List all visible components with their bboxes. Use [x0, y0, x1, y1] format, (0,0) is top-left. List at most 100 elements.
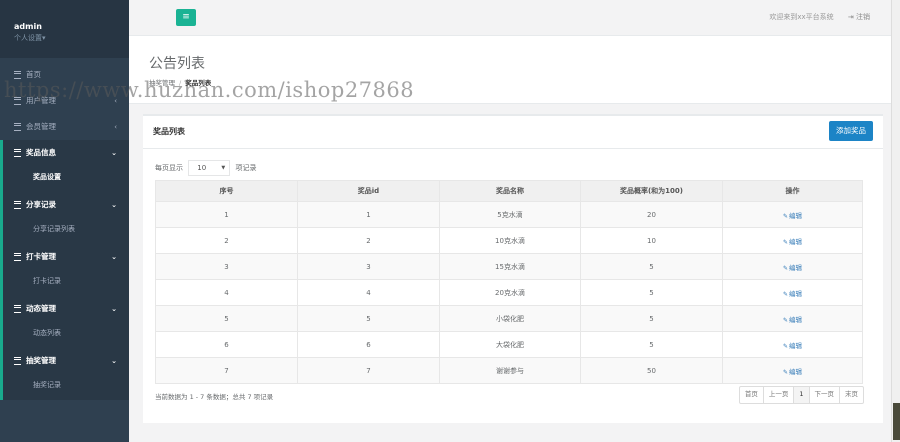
cell-probability: 10 [580, 227, 723, 254]
table-row: 5 5 小袋化肥 5 ✎编辑 [155, 305, 863, 332]
sidebar-item-checkin[interactable]: 打卡管理 ⌄ [3, 244, 129, 270]
chevron-down-icon: ⌄ [111, 305, 117, 313]
cell-actions: ✎编辑 [722, 305, 863, 332]
sidebar-item-lottery[interactable]: 抽奖管理 ⌄ [3, 348, 129, 374]
edit-link[interactable]: ✎编辑 [783, 264, 802, 272]
column-header-actions: 操作 [722, 180, 863, 202]
sidebar-item-shares[interactable]: 分享记录 ⌄ [3, 192, 129, 218]
edit-label: 编辑 [789, 315, 803, 324]
list-icon [14, 304, 22, 313]
length-suffix: 项记录 [235, 164, 257, 172]
table-row: 6 6 大袋化肥 5 ✎编辑 [155, 331, 863, 358]
top-right-area: 欢迎来到xx平台系统 ⇥ 注销 [769, 12, 870, 22]
edit-label: 编辑 [789, 237, 803, 246]
cell-probability: 20 [580, 201, 723, 228]
sidebar-subitem-checkin-records[interactable]: 打卡记录 [3, 270, 129, 296]
chevron-down-icon: ⌄ [111, 253, 117, 261]
page-first[interactable]: 首页 [740, 387, 763, 403]
cell-probability: 5 [580, 305, 723, 332]
logout-link[interactable]: ⇥ 注销 [848, 13, 870, 21]
cell-index: 3 [155, 253, 298, 280]
scrollbar-thumb[interactable] [893, 403, 900, 440]
cell-prize-id: 2 [297, 227, 440, 254]
cell-prize-id: 7 [297, 357, 440, 384]
table-row: 2 2 10克水滴 10 ✎编辑 [155, 227, 863, 254]
list-icon [14, 356, 22, 365]
edit-label: 编辑 [789, 341, 803, 350]
cell-probability: 50 [580, 357, 723, 384]
table-row: 1 1 5克水滴 20 ✎编辑 [155, 201, 863, 228]
caret-down-icon: ▼ [221, 165, 226, 171]
column-header-probability[interactable]: 奖品概率(和为100) [580, 180, 723, 202]
page-next[interactable]: 下一页 [808, 387, 840, 403]
user-name: admin [14, 22, 42, 31]
sidebar-subitem-share-list[interactable]: 分享记录列表 [3, 218, 129, 244]
edit-link[interactable]: ✎编辑 [783, 212, 802, 220]
menu-toggle-button[interactable]: ≡ [176, 9, 196, 26]
table-header-row: 序号 奖品id 奖品名称 奖品概率(和为100) 操作 [155, 180, 863, 202]
sidebar-subitem-feed-list[interactable]: 动态列表 [3, 322, 129, 348]
table-row: 7 7 谢谢参与 50 ✎编辑 [155, 357, 863, 384]
sidebar-item-label: 分享记录 [26, 200, 56, 209]
sidebar-subitem-prize-settings[interactable]: 奖品设置 [3, 166, 129, 192]
edit-icon: ✎ [782, 290, 789, 298]
chevron-left-icon: ‹ [114, 123, 117, 131]
page-length-select[interactable]: 10 ▼ [188, 160, 231, 176]
cell-actions: ✎编辑 [722, 279, 863, 306]
sidebar-item-feeds[interactable]: 动态管理 ⌄ [3, 296, 129, 322]
page-last[interactable]: 末页 [839, 387, 863, 403]
edit-link[interactable]: ✎编辑 [783, 238, 802, 246]
edit-icon: ✎ [782, 342, 789, 350]
cell-prize-id: 3 [297, 253, 440, 280]
page-number[interactable]: 1 [793, 387, 809, 403]
page-scrollbar[interactable] [891, 0, 900, 442]
cell-actions: ✎编辑 [722, 331, 863, 358]
column-header-index[interactable]: 序号 [155, 180, 298, 202]
cell-probability: 5 [580, 253, 723, 280]
edit-icon: ✎ [782, 212, 789, 220]
prize-list-panel: 奖品列表 添加奖品 每页显示 10 ▼ 项记录 序号 奖品id 奖品名称 奖品概率… [143, 114, 883, 423]
edit-link[interactable]: ✎编辑 [783, 316, 802, 324]
edit-link[interactable]: ✎编辑 [783, 342, 802, 350]
panel-header: 奖品列表 添加奖品 [143, 116, 883, 149]
edit-link[interactable]: ✎编辑 [783, 368, 802, 376]
table-row: 4 4 20克水滴 5 ✎编辑 [155, 279, 863, 306]
sidebar-subitem-lottery-records[interactable]: 抽奖记录 [3, 374, 129, 400]
hamburger-icon: ≡ [182, 12, 190, 22]
cell-probability: 5 [580, 279, 723, 306]
page-title: 公告列表 [149, 56, 205, 72]
cell-prize-name: 20克水滴 [439, 279, 581, 306]
cell-prize-id: 4 [297, 279, 440, 306]
column-header-prize-id[interactable]: 奖品id [297, 180, 440, 202]
chevron-down-icon: ⌄ [111, 357, 117, 365]
edit-label: 编辑 [789, 289, 803, 298]
list-icon [14, 70, 22, 79]
list-icon [14, 252, 22, 261]
profile-block[interactable]: admin 个人设置▾ [0, 0, 129, 58]
cell-probability: 5 [580, 331, 723, 358]
page-length-control: 每页显示 10 ▼ 项记录 [155, 160, 256, 176]
cell-index: 5 [155, 305, 298, 332]
cell-index: 7 [155, 357, 298, 384]
edit-link[interactable]: ✎编辑 [783, 290, 802, 298]
add-prize-button[interactable]: 添加奖品 [829, 121, 873, 141]
page-prev[interactable]: 上一页 [762, 387, 794, 403]
profile-settings-link[interactable]: 个人设置▾ [14, 33, 129, 43]
cell-prize-name: 10克水滴 [439, 227, 581, 254]
edit-label: 编辑 [789, 263, 803, 272]
watermark-text: https://www.huzhan.com/ishop27868 [4, 78, 415, 102]
edit-icon: ✎ [782, 238, 789, 246]
sidebar-item-prizes[interactable]: 奖品信息 ⌄ [3, 140, 129, 166]
cell-actions: ✎编辑 [722, 227, 863, 254]
panel-title: 奖品列表 [153, 127, 185, 136]
list-icon [14, 148, 22, 157]
chevron-down-icon: ⌄ [111, 201, 117, 209]
column-header-prize-name[interactable]: 奖品名称 [439, 180, 581, 202]
list-icon [14, 200, 22, 209]
welcome-text: 欢迎来到xx平台系统 [769, 13, 834, 21]
length-prefix: 每页显示 [155, 164, 183, 172]
cell-index: 6 [155, 331, 298, 358]
cell-prize-name: 小袋化肥 [439, 305, 581, 332]
sidebar-item-members[interactable]: 会员管理 ‹ [0, 114, 129, 140]
sidebar-item-label: 动态管理 [26, 304, 56, 313]
